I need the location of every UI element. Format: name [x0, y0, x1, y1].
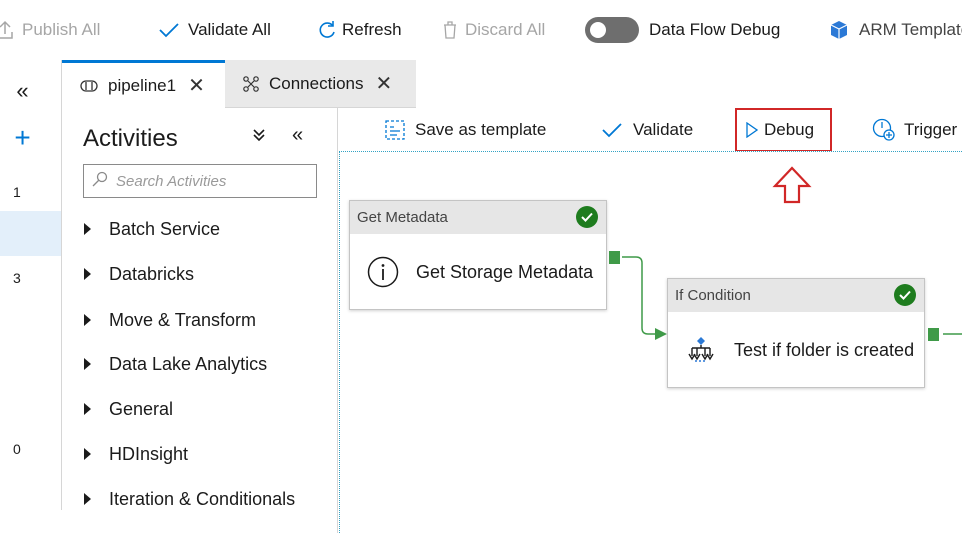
collapse-icon: « [16, 78, 29, 103]
plus-icon: + [14, 122, 31, 153]
tab-pipeline1-label: pipeline1 [108, 75, 177, 95]
tab-connections[interactable]: Connections ✕ [225, 60, 416, 108]
if-condition-icon [686, 335, 716, 365]
rail-count-dataflows: 0 [13, 441, 21, 457]
trigger-icon [872, 118, 896, 142]
tab-strip: pipeline1 ✕ Connections ✕ [62, 60, 962, 108]
node-type-label: Get Metadata [357, 209, 448, 226]
node-name-label: Get Storage Metadata [416, 261, 594, 282]
left-nav-rail: « + 1 3 0 [0, 60, 62, 533]
arm-template-button[interactable]: ARM Template [829, 16, 962, 44]
search-activities-input[interactable] [116, 172, 306, 190]
discard-all-button[interactable]: Discard All [443, 16, 545, 44]
expand-triangle-icon [84, 448, 91, 460]
category-batch-service[interactable]: Batch Service [84, 216, 220, 242]
close-tab-icon[interactable]: ✕ [188, 76, 205, 96]
data-flow-debug-label: Data Flow Debug [649, 20, 781, 39]
double-chevron-left-icon: « [292, 124, 304, 146]
pipeline-icon [80, 79, 98, 92]
validate-label: Validate [633, 120, 694, 139]
activity-node-if-condition[interactable]: If Condition Test if folder is created [667, 278, 925, 388]
category-data-lake-analytics[interactable]: Data Lake Analytics [84, 351, 267, 377]
top-toolbar: Publish All Validate All Refresh Discard… [0, 0, 962, 60]
debug-button[interactable]: Debug [746, 118, 814, 142]
category-move-transform[interactable]: Move & Transform [84, 307, 256, 333]
category-label: General [109, 398, 174, 419]
validate-all-label: Validate All [188, 20, 271, 39]
success-output-port[interactable] [928, 328, 939, 341]
category-iteration-conditionals[interactable]: Iteration & Conditionals [84, 486, 295, 512]
validate-button[interactable]: Validate [601, 118, 693, 142]
activities-title: Activities [83, 125, 178, 152]
category-label: Batch Service [109, 218, 221, 239]
save-as-template-label: Save as template [415, 120, 547, 139]
success-check-icon [894, 284, 916, 306]
success-check-icon [576, 206, 598, 228]
node-name-label: Test if folder is created [734, 339, 915, 360]
canvas-toolbar: Save as template Validate Debug Trigger [339, 108, 962, 152]
collapse-all-button[interactable] [252, 126, 266, 147]
expand-triangle-icon [84, 358, 91, 370]
debug-label: Debug [764, 120, 815, 139]
node-header: If Condition [668, 279, 924, 312]
refresh-label: Refresh [342, 20, 402, 39]
category-general[interactable]: General [84, 396, 173, 422]
expand-triangle-icon [84, 493, 91, 505]
rail-count-datasets: 3 [13, 270, 21, 286]
validate-all-button[interactable]: Validate All [158, 16, 271, 44]
refresh-button[interactable]: Refresh [317, 16, 402, 44]
category-label: Iteration & Conditionals [109, 488, 296, 509]
arm-template-label: ARM Template [859, 20, 962, 39]
trash-icon [443, 21, 457, 39]
category-label: Databricks [109, 263, 195, 284]
search-activities-box[interactable] [83, 164, 317, 198]
expand-triangle-icon [84, 403, 91, 415]
connections-icon [243, 75, 259, 92]
category-label: Move & Transform [109, 309, 257, 330]
category-hdinsight[interactable]: HDInsight [84, 441, 188, 467]
rail-selected-item[interactable] [0, 211, 62, 256]
discard-all-label: Discard All [465, 20, 546, 39]
category-label: HDInsight [109, 443, 189, 464]
node-body: Get Storage Metadata [350, 234, 606, 310]
node-body: Test if folder is created [668, 312, 924, 388]
rail-count-pipelines: 1 [13, 184, 21, 200]
activities-panel: Activities « Batch Service Databricks Mo… [62, 108, 338, 533]
publish-all-button[interactable]: Publish All [0, 16, 100, 44]
double-chevron-down-icon [252, 126, 266, 146]
node-type-label: If Condition [675, 287, 751, 304]
activity-node-get-metadata[interactable]: Get Metadata Get Storage Metadata [349, 200, 607, 310]
template-icon [385, 120, 405, 140]
close-tab-icon[interactable]: ✕ [376, 74, 393, 94]
publish-icon [0, 20, 14, 40]
toggle-switch[interactable] [585, 17, 639, 43]
expand-triangle-icon [84, 223, 91, 235]
tab-pipeline1[interactable]: pipeline1 ✕ [62, 60, 225, 108]
info-icon [367, 256, 399, 288]
expand-triangle-icon [84, 268, 91, 280]
save-as-template-button[interactable]: Save as template [385, 118, 546, 142]
checkmark-icon [158, 21, 180, 39]
category-databricks[interactable]: Databricks [84, 261, 194, 287]
category-label: Data Lake Analytics [109, 353, 268, 374]
arm-cube-icon [829, 20, 849, 40]
publish-all-label: Publish All [22, 20, 101, 39]
trigger-label: Trigger [904, 120, 958, 139]
checkmark-icon [601, 121, 623, 139]
collapse-panel-button[interactable]: « [292, 124, 303, 147]
expand-triangle-icon [84, 314, 91, 326]
play-icon [746, 122, 758, 138]
refresh-icon [317, 20, 337, 40]
add-resource-button[interactable]: + [0, 122, 45, 154]
tab-connections-label: Connections [269, 73, 364, 93]
trigger-button[interactable]: Trigger [872, 118, 957, 142]
success-output-port[interactable] [609, 251, 620, 264]
collapse-rail-button[interactable]: « [0, 78, 45, 104]
data-flow-debug-toggle[interactable]: Data Flow Debug [585, 16, 780, 44]
search-icon [92, 171, 108, 192]
pipeline-canvas[interactable]: Get Metadata Get Storage Metadata If Con… [339, 151, 962, 533]
node-header: Get Metadata [350, 201, 606, 234]
